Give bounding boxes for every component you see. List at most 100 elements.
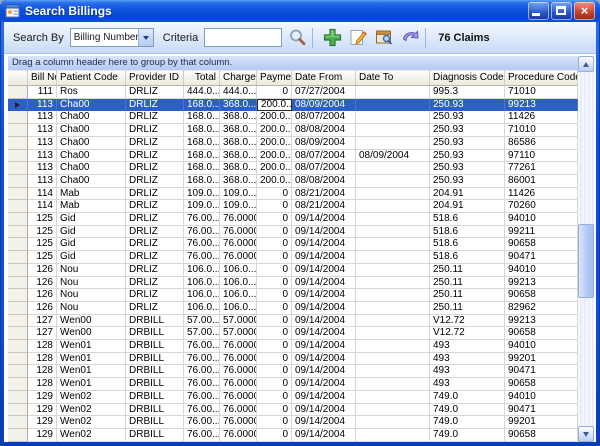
grid-cell[interactable]: 09/14/2004 — [292, 251, 356, 264]
grid-cell[interactable]: 114 — [28, 200, 57, 213]
grid-cell[interactable]: 09/14/2004 — [292, 404, 356, 417]
grid-cell[interactable] — [356, 226, 430, 239]
grid-cell[interactable]: 09/14/2004 — [292, 416, 356, 429]
grid-cell[interactable] — [356, 327, 430, 340]
grid-cell[interactable]: 125 — [28, 251, 57, 264]
maximize-button[interactable] — [551, 2, 572, 20]
grid-cell[interactable]: 128 — [28, 365, 57, 378]
grid-cell[interactable]: 200.0... — [257, 137, 292, 150]
view-claim-button[interactable] — [373, 27, 395, 49]
grid-row[interactable]: 128Wen01DRBILL76.00...76.0000009/14/2004… — [8, 353, 578, 366]
grid-row[interactable]: 114MabDRLIZ109.0...109.0...008/21/200420… — [8, 200, 578, 213]
grid-cell[interactable]: 493 — [430, 353, 505, 366]
row-selector[interactable] — [8, 416, 28, 429]
grid-cell[interactable] — [356, 302, 430, 315]
grid-cell[interactable]: 76.00... — [184, 251, 220, 264]
grid-cell[interactable]: 76.00... — [184, 226, 220, 239]
grid-cell[interactable]: Nou — [57, 302, 126, 315]
grid-cell[interactable]: 749.0 — [430, 404, 505, 417]
grid-cell[interactable] — [356, 353, 430, 366]
grid-cell[interactable]: 168.0... — [184, 111, 220, 124]
grid-row[interactable]: 113Cha00DRLIZ168.0...368.0...200.0...08/… — [8, 175, 578, 188]
grid-cell[interactable]: Nou — [57, 264, 126, 277]
column-header-diagnosis-code[interactable]: Diagnosis Code — [430, 70, 505, 86]
grid-cell[interactable]: DRBILL — [126, 365, 184, 378]
grid-cell[interactable]: 204.91 — [430, 200, 505, 213]
grid-cell[interactable]: DRLIZ — [126, 289, 184, 302]
row-selector[interactable] — [8, 391, 28, 404]
grid-cell[interactable] — [356, 429, 430, 442]
grid-cell[interactable]: 76.0000 — [220, 251, 257, 264]
grid-cell[interactable]: 126 — [28, 302, 57, 315]
grid-cell[interactable]: 90658 — [505, 289, 578, 302]
grid-cell[interactable] — [356, 124, 430, 137]
search-by-combo[interactable]: Billing Number — [70, 28, 154, 47]
grid-cell[interactable]: 77261 — [505, 162, 578, 175]
grid-cell[interactable]: 168.0... — [184, 150, 220, 163]
row-selector[interactable] — [8, 99, 28, 112]
grid-cell[interactable]: 109.0... — [184, 188, 220, 201]
grid-cell[interactable]: 0 — [257, 365, 292, 378]
grid-row[interactable]: 129Wen02DRBILL76.00...76.0000009/14/2004… — [8, 404, 578, 417]
grid-cell[interactable]: 168.0... — [184, 99, 220, 112]
grid-cell[interactable]: 109.0... — [220, 188, 257, 201]
grid-row[interactable]: 111RosDRLIZ444.0...444.0...007/27/200499… — [8, 86, 578, 99]
grid-cell[interactable]: 76.00... — [184, 416, 220, 429]
grid-cell[interactable]: 493 — [430, 378, 505, 391]
row-selector[interactable] — [8, 289, 28, 302]
grid-row[interactable]: 125GidDRLIZ76.00...76.0000009/14/2004518… — [8, 251, 578, 264]
scroll-down-button[interactable] — [578, 426, 594, 442]
grid-cell[interactable]: V12.72 — [430, 315, 505, 328]
grid-cell[interactable]: 0 — [257, 416, 292, 429]
grid-cell[interactable]: Wen00 — [57, 327, 126, 340]
grid-cell[interactable]: 250.11 — [430, 264, 505, 277]
row-selector[interactable] — [8, 124, 28, 137]
grid-cell[interactable]: DRBILL — [126, 429, 184, 442]
grid-row[interactable]: 125GidDRLIZ76.00...76.0000009/14/2004518… — [8, 213, 578, 226]
grid-cell[interactable]: DRLIZ — [126, 99, 184, 112]
grid-cell[interactable]: 106.0... — [220, 264, 257, 277]
grid-cell[interactable]: 0 — [257, 391, 292, 404]
vertical-scrollbar[interactable] — [578, 56, 594, 442]
grid-cell[interactable]: 76.0000 — [220, 365, 257, 378]
grid-cell[interactable]: 76.00... — [184, 404, 220, 417]
grid-cell[interactable]: 250.93 — [430, 111, 505, 124]
grid-cell[interactable] — [356, 99, 430, 112]
grid-cell[interactable]: 97110 — [505, 150, 578, 163]
grid-cell[interactable]: 76.00... — [184, 238, 220, 251]
grid-cell[interactable] — [356, 365, 430, 378]
grid-cell[interactable]: DRLIZ — [126, 137, 184, 150]
grid-cell[interactable]: DRBILL — [126, 404, 184, 417]
grid-cell[interactable] — [356, 111, 430, 124]
column-header-procedure-code[interactable]: Procedure Code — [505, 70, 578, 86]
grid-cell[interactable]: 76.0000 — [220, 416, 257, 429]
grid-cell[interactable]: 94010 — [505, 340, 578, 353]
grid-cell[interactable]: 76.0000 — [220, 238, 257, 251]
grid-cell[interactable]: 129 — [28, 391, 57, 404]
grid-cell[interactable]: 0 — [257, 315, 292, 328]
column-header-date-from[interactable]: Date From — [292, 70, 356, 86]
grid-row[interactable]: 113Cha00DRLIZ168.0...368.0...200.0...08/… — [8, 124, 578, 137]
grid-cell[interactable]: 76.0000 — [220, 429, 257, 442]
grid-row[interactable]: 113Cha00DRLIZ168.0...368.0...200.0...08/… — [8, 137, 578, 150]
grid-cell[interactable]: Ros — [57, 86, 126, 99]
grid-cell[interactable]: Gid — [57, 213, 126, 226]
row-selector[interactable] — [8, 111, 28, 124]
grid-cell[interactable]: 76.00... — [184, 391, 220, 404]
row-selector[interactable] — [8, 251, 28, 264]
grid-cell[interactable]: 09/14/2004 — [292, 391, 356, 404]
grid-cell[interactable]: 90471 — [505, 404, 578, 417]
close-button[interactable]: × — [574, 2, 595, 20]
grid-row[interactable]: 129Wen02DRBILL76.00...76.0000009/14/2004… — [8, 416, 578, 429]
grid-cell[interactable]: 09/14/2004 — [292, 327, 356, 340]
grid-cell[interactable]: 106.0... — [184, 264, 220, 277]
grid-cell[interactable]: 71010 — [505, 86, 578, 99]
grid-cell[interactable] — [356, 188, 430, 201]
grid-cell[interactable]: Gid — [57, 238, 126, 251]
grid-cell[interactable]: 200.0... — [257, 175, 292, 188]
grid-cell[interactable]: 493 — [430, 365, 505, 378]
grid-cell[interactable] — [356, 175, 430, 188]
grid-cell[interactable]: 250.11 — [430, 277, 505, 290]
grid-cell[interactable]: 09/14/2004 — [292, 315, 356, 328]
row-selector[interactable] — [8, 277, 28, 290]
